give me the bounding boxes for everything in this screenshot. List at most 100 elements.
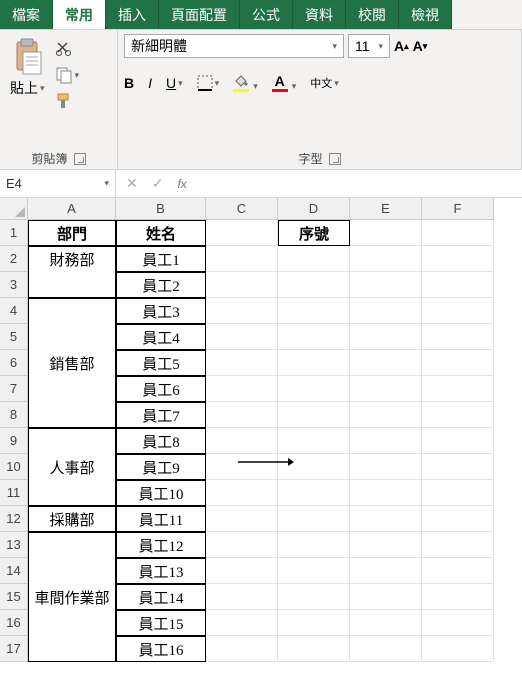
- cell-D9[interactable]: [278, 428, 350, 454]
- tab-5[interactable]: 資料: [293, 0, 346, 29]
- cell-F8[interactable]: [422, 402, 494, 428]
- cell-B7[interactable]: 員工6: [116, 376, 206, 402]
- cell-B4[interactable]: 員工3: [116, 298, 206, 324]
- cell-C17[interactable]: [206, 636, 278, 662]
- row-header-17[interactable]: 17: [0, 636, 28, 662]
- cell-E17[interactable]: [350, 636, 422, 662]
- cell-A12[interactable]: 採購部: [28, 506, 116, 532]
- paste-button[interactable]: 貼上 ▾: [6, 34, 49, 102]
- copy-button[interactable]: ▾: [55, 66, 80, 84]
- cell-A8[interactable]: [28, 402, 116, 428]
- cell-F13[interactable]: [422, 532, 494, 558]
- cell-F16[interactable]: [422, 610, 494, 636]
- cell-D4[interactable]: [278, 298, 350, 324]
- cell-C6[interactable]: [206, 350, 278, 376]
- borders-button[interactable]: ▾: [197, 75, 220, 91]
- row-header-3[interactable]: 3: [0, 272, 28, 298]
- row-header-9[interactable]: 9: [0, 428, 28, 454]
- fill-color-button[interactable]: [233, 74, 249, 92]
- cell-C9[interactable]: [206, 428, 278, 454]
- cell-F3[interactable]: [422, 272, 494, 298]
- cell-C3[interactable]: [206, 272, 278, 298]
- row-header-11[interactable]: 11: [0, 480, 28, 506]
- cell-D11[interactable]: [278, 480, 350, 506]
- cell-F1[interactable]: [422, 220, 494, 246]
- select-all-button[interactable]: [0, 198, 28, 220]
- cell-E6[interactable]: [350, 350, 422, 376]
- chevron-down-icon[interactable]: ▾: [292, 81, 297, 92]
- cell-B6[interactable]: 員工5: [116, 350, 206, 376]
- cell-C15[interactable]: [206, 584, 278, 610]
- cell-A10[interactable]: 人事部: [28, 454, 116, 480]
- column-header-C[interactable]: C: [206, 198, 278, 220]
- column-header-A[interactable]: A: [28, 198, 116, 220]
- cell-E7[interactable]: [350, 376, 422, 402]
- cell-C13[interactable]: [206, 532, 278, 558]
- cell-C12[interactable]: [206, 506, 278, 532]
- chevron-down-icon[interactable]: ▾: [253, 81, 258, 92]
- row-header-12[interactable]: 12: [0, 506, 28, 532]
- cell-A7[interactable]: [28, 376, 116, 402]
- cell-D1[interactable]: 序號: [278, 220, 350, 246]
- cell-A17[interactable]: [28, 636, 116, 662]
- cell-A2[interactable]: 財務部: [28, 246, 116, 272]
- tab-1[interactable]: 常用: [53, 0, 106, 29]
- cell-A11[interactable]: [28, 480, 116, 506]
- cell-C2[interactable]: [206, 246, 278, 272]
- cell-F11[interactable]: [422, 480, 494, 506]
- enter-formula-icon[interactable]: ✓: [152, 175, 164, 192]
- cell-B5[interactable]: 員工4: [116, 324, 206, 350]
- cell-B12[interactable]: 員工11: [116, 506, 206, 532]
- cell-C1[interactable]: [206, 220, 278, 246]
- cell-F2[interactable]: [422, 246, 494, 272]
- cell-C16[interactable]: [206, 610, 278, 636]
- cell-E15[interactable]: [350, 584, 422, 610]
- cell-F10[interactable]: [422, 454, 494, 480]
- cell-B17[interactable]: 員工16: [116, 636, 206, 662]
- formula-input[interactable]: [197, 170, 522, 197]
- cell-B13[interactable]: 員工12: [116, 532, 206, 558]
- row-header-14[interactable]: 14: [0, 558, 28, 584]
- cell-D5[interactable]: [278, 324, 350, 350]
- cell-A5[interactable]: [28, 324, 116, 350]
- cell-D3[interactable]: [278, 272, 350, 298]
- cell-E14[interactable]: [350, 558, 422, 584]
- cell-B10[interactable]: 員工9: [116, 454, 206, 480]
- shrink-font-button[interactable]: A▾: [413, 38, 428, 54]
- cell-E9[interactable]: [350, 428, 422, 454]
- row-header-10[interactable]: 10: [0, 454, 28, 480]
- row-header-7[interactable]: 7: [0, 376, 28, 402]
- cell-E5[interactable]: [350, 324, 422, 350]
- cut-button[interactable]: [55, 40, 80, 58]
- bold-button[interactable]: B: [124, 75, 134, 91]
- row-header-2[interactable]: 2: [0, 246, 28, 272]
- cell-F14[interactable]: [422, 558, 494, 584]
- row-header-5[interactable]: 5: [0, 324, 28, 350]
- dialog-launcher-icon[interactable]: [329, 153, 341, 165]
- cell-C8[interactable]: [206, 402, 278, 428]
- underline-button[interactable]: U▾: [166, 75, 183, 91]
- phonetic-button[interactable]: 中文▾: [310, 75, 339, 91]
- tab-3[interactable]: 頁面配置: [159, 0, 240, 29]
- column-header-F[interactable]: F: [422, 198, 494, 220]
- cell-E3[interactable]: [350, 272, 422, 298]
- cell-A6[interactable]: 銷售部: [28, 350, 116, 376]
- name-box[interactable]: E4 ▾: [0, 170, 116, 197]
- cell-D16[interactable]: [278, 610, 350, 636]
- cell-D6[interactable]: [278, 350, 350, 376]
- font-size-select[interactable]: 11 ▾: [348, 34, 390, 58]
- dialog-launcher-icon[interactable]: [74, 153, 86, 165]
- cell-A1[interactable]: 部門: [28, 220, 116, 246]
- cell-D13[interactable]: [278, 532, 350, 558]
- row-header-15[interactable]: 15: [0, 584, 28, 610]
- cancel-formula-icon[interactable]: ✕: [126, 175, 138, 192]
- cell-B9[interactable]: 員工8: [116, 428, 206, 454]
- cell-B11[interactable]: 員工10: [116, 480, 206, 506]
- cell-D7[interactable]: [278, 376, 350, 402]
- cell-C14[interactable]: [206, 558, 278, 584]
- cell-A4[interactable]: [28, 298, 116, 324]
- cell-E4[interactable]: [350, 298, 422, 324]
- cell-E2[interactable]: [350, 246, 422, 272]
- cell-B8[interactable]: 員工7: [116, 402, 206, 428]
- column-header-B[interactable]: B: [116, 198, 206, 220]
